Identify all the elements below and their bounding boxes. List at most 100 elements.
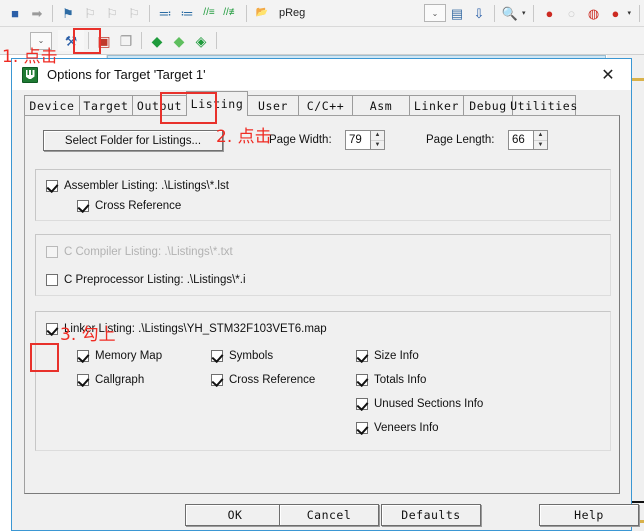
page-length-label: Page Length: [426,134,495,146]
linker-option-checkbox-veneers-info[interactable] [356,422,368,434]
annotation-step-1: 1. 点击 [2,47,58,67]
linker-listing-checkbox[interactable] [46,323,58,335]
page-width-input[interactable]: 79 [345,130,371,150]
linker-option-row[interactable]: Symbols [211,350,273,362]
cancel-button[interactable]: Cancel [279,504,379,526]
breakpoint-dropdown-arrow-icon[interactable]: ▾ [627,9,631,17]
page-width-spin-down-icon[interactable]: ▼ [371,141,384,150]
dialog-title-bar: Options for Target 'Target 1' ✕ [12,59,631,90]
toolbar-separator [141,32,142,49]
toolbar-separator [149,4,150,22]
tab-target[interactable]: Target [79,95,133,116]
bookmark-next-icon[interactable]: ⚐ [101,3,123,24]
page-width-stepper: 79 ▲ ▼ [345,130,385,150]
assembler-listing-checkbox-row[interactable]: Assembler Listing: .\Listings\*.lst [46,180,229,192]
bookmark-toggle-icon[interactable]: ⚑ [57,3,79,24]
pack-installer-icon[interactable]: ◆ [168,30,190,51]
multi-project-icon[interactable]: ❐ [115,30,137,51]
tab-device[interactable]: Device [24,95,80,116]
linker-option-row[interactable]: Cross Reference [211,374,315,386]
manage-run-time-env-icon[interactable]: ◈ [190,30,212,51]
toolbar-separator [533,4,535,22]
linker-option-checkbox-memory-map[interactable] [77,350,89,362]
comment-lines-icon[interactable]: //≡ [198,3,220,24]
linker-option-checkbox-cross-reference[interactable] [211,374,223,386]
toolbar-separator [246,4,247,22]
c-compiler-listing-group: C Compiler Listing: .\Listings\*.txt C P… [35,234,611,296]
tab-asm[interactable]: Asm [352,95,410,116]
tab-c-c[interactable]: C/C++ [298,95,353,116]
page-width-spin-buttons[interactable]: ▲ ▼ [371,130,385,150]
close-icon[interactable]: ✕ [591,62,625,88]
dialog-tabstrip: Device Target Output Listing User C/C++ Asm Lin… [12,90,633,116]
c-compiler-listing-label: C Compiler Listing: .\Listings\*.txt [64,246,233,258]
manage-components-icon[interactable]: ▤ [446,3,468,24]
annotation-box-linker-checkbox [30,343,59,372]
linker-listing-group: Linker Listing: .\Listings\YH_STM32F103V… [35,311,611,451]
indent-decrease-icon[interactable]: ≔ [176,3,198,24]
linker-option-label: Totals Info [374,374,427,386]
linker-option-checkbox-size-info[interactable] [356,350,368,362]
c-compiler-listing-checkbox [46,246,58,258]
assembler-cross-reference-checkbox[interactable] [77,200,89,212]
linker-option-checkbox-totals-info[interactable] [356,374,368,386]
tab-debug[interactable]: Debug [463,95,513,116]
dialog-button-row: OK Cancel Defaults Help [12,502,639,531]
linker-option-row[interactable]: Unused Sections Info [356,398,483,410]
find-in-files-icon[interactable]: 🔍 [499,3,521,24]
page-length-spin-up-icon[interactable]: ▲ [534,131,547,141]
bookmark-clear-icon[interactable]: ⚐ [123,3,145,24]
run-to-arrow-icon[interactable]: ➡ [26,3,48,24]
bookmark-prev-icon[interactable]: ⚐ [79,3,101,24]
page-length-spin-buttons[interactable]: ▲ ▼ [534,130,548,150]
stop-icon[interactable]: ■ [4,3,26,24]
linker-option-row[interactable]: Veneers Info [356,422,439,434]
linker-option-row[interactable]: Totals Info [356,374,426,386]
find-dropdown-arrow-icon[interactable]: ▾ [522,9,526,17]
page-width-spin-up-icon[interactable]: ▲ [371,131,384,141]
tab-utilities[interactable]: Utilities [510,95,577,116]
annotation-box-options-button [73,28,101,54]
help-button[interactable]: Help [539,504,639,526]
kill-all-breakpoints-icon[interactable]: ● [604,3,626,24]
debug-connect-icon[interactable]: ⇩ [468,3,490,24]
linker-option-label: Cross Reference [229,374,316,386]
uncomment-lines-icon[interactable]: //≢ [220,3,242,24]
c-preprocessor-listing-label: C Preprocessor Listing: .\Listings\*.i [64,274,246,286]
target-combo-dropdown[interactable]: ⌄ [423,4,446,22]
open-folder-icon[interactable]: 📂 [251,3,273,24]
c-preprocessor-listing-row[interactable]: C Preprocessor Listing: .\Listings\*.i [46,274,246,286]
select-folder-for-listings-button[interactable]: Select Folder for Listings... [43,130,223,151]
page-length-input[interactable]: 66 [508,130,534,150]
linker-option-checkbox-unused-sections-info[interactable] [356,398,368,410]
tab-linker[interactable]: Linker [409,95,464,116]
linker-option-row[interactable]: Callgraph [77,374,144,386]
breakpoints-toggle-icon[interactable]: ◍ [582,3,604,24]
defaults-button[interactable]: Defaults [381,504,481,526]
dialog-title-text: Options for Target 'Target 1' [47,67,206,82]
breakpoint-disabled-icon[interactable]: ○ [560,3,582,24]
breakpoint-icon[interactable]: ● [538,3,560,24]
configuration-wizard-icon[interactable]: ◆ [146,30,168,51]
c-preprocessor-listing-checkbox[interactable] [46,274,58,286]
options-for-target-dialog: Options for Target 'Target 1' ✕ Device Ta… [11,58,639,531]
linker-option-label: Callgraph [95,374,145,386]
screen-root: ■ ➡ ⚑ ⚐ ⚐ ⚐ ≕ ≔//≡//≢ 📂 pReg ⌄ ▤ ⇩ 🔍 ▾ ● ○ ◍ ● ▾ ⌄ ⚒ ▣ ❐ ◆ ◆ ◈ Op… [0,0,644,531]
page-length-spin-down-icon[interactable]: ▼ [534,141,547,150]
linker-option-row[interactable]: Memory Map [77,350,162,362]
indent-increase-icon[interactable]: ≕ [154,3,176,24]
linker-option-checkbox-callgraph[interactable] [77,374,89,386]
linker-option-row[interactable]: Size Info [356,350,419,362]
linker-option-label: Memory Map [95,350,163,362]
toolbar-separator [52,4,53,22]
linker-option-checkbox-symbols[interactable] [211,350,223,362]
ok-button[interactable]: OK [185,504,285,526]
assembler-listing-label: Assembler Listing: .\Listings\*.lst [64,180,229,192]
page-width-label: Page Width: [269,134,332,146]
linker-option-label: Veneers Info [374,422,439,434]
tab-user[interactable]: User [247,95,299,116]
assembler-cross-reference-row[interactable]: Cross Reference [77,200,181,212]
toolbar-separator [493,4,495,22]
assembler-listing-checkbox[interactable] [46,180,58,192]
annotation-step-2: 2. 点击 [216,127,272,147]
